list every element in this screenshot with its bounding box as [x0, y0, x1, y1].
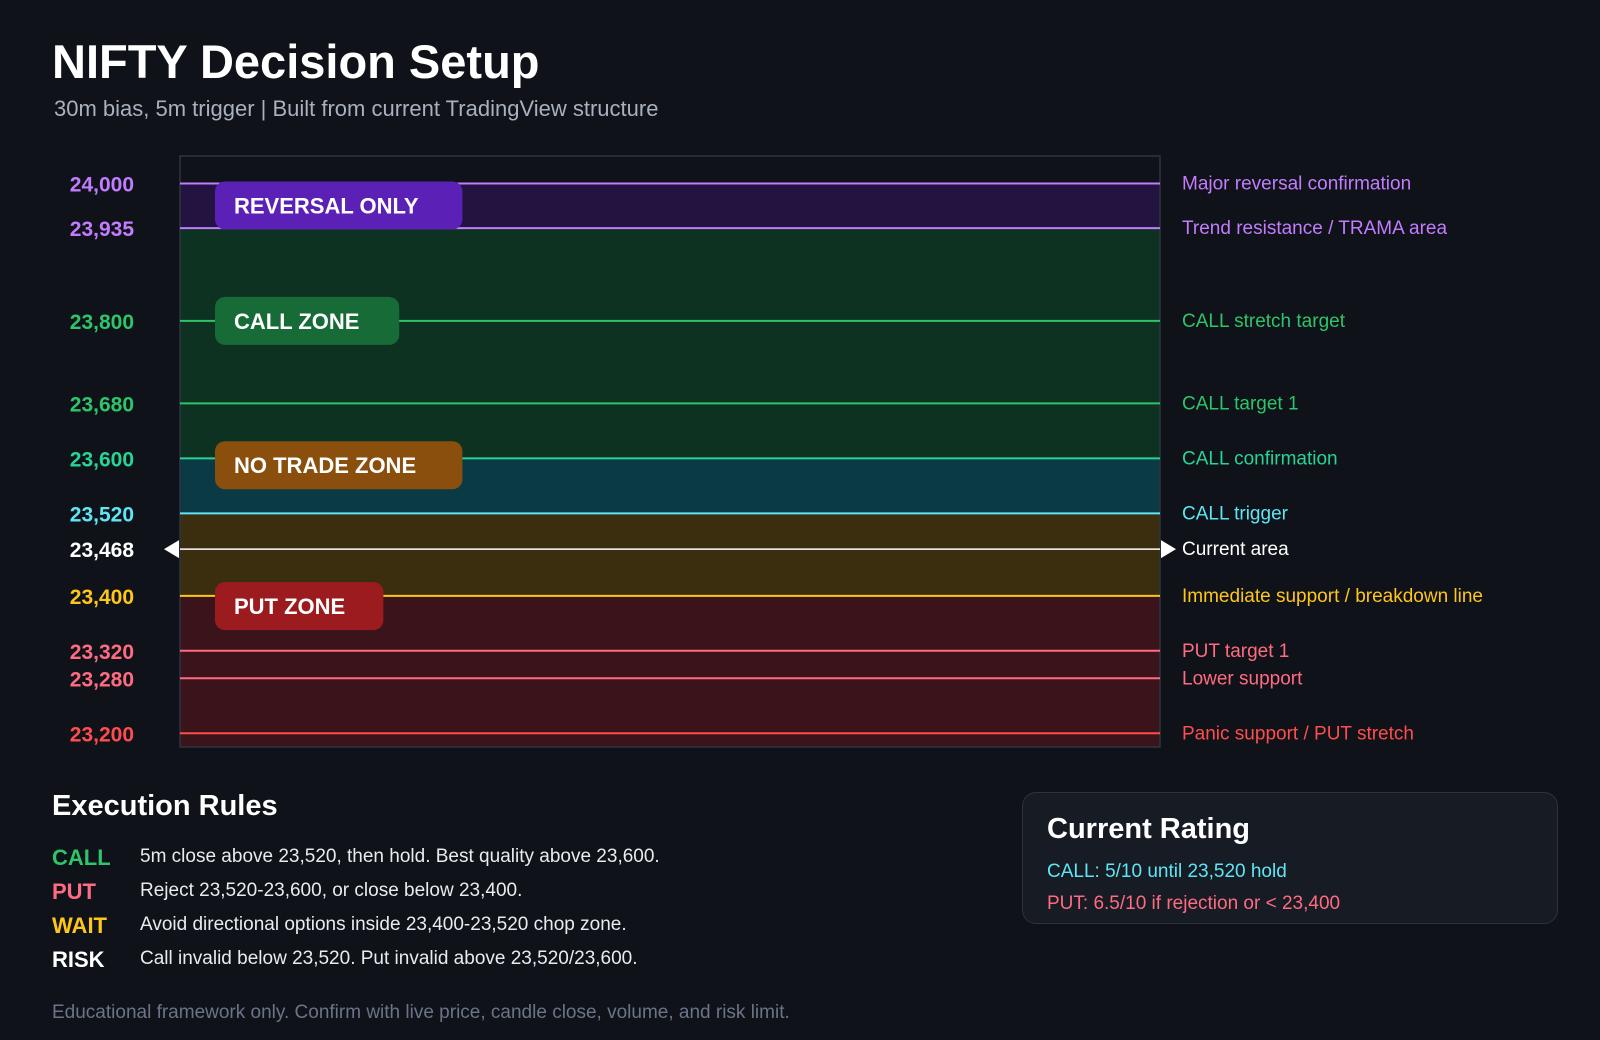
level-note-1: Trend resistance / TRAMA area	[1182, 218, 1447, 239]
rating-call: CALL: 5/10 until 23,520 hold	[1047, 861, 1287, 882]
level-value-2: 23,800	[70, 311, 134, 334]
level-note-5: CALL trigger	[1182, 503, 1289, 524]
zone-label-0: REVERSAL ONLY	[234, 193, 419, 218]
rule-text-call: 5m close above 23,520, then hold. Best q…	[140, 846, 660, 867]
level-value-7: 23,400	[70, 586, 134, 609]
rating-title: Current Rating	[1047, 813, 1250, 845]
level-note-6: Current area	[1182, 539, 1289, 560]
level-value-6: 23,468	[70, 539, 135, 562]
current-marker-left	[164, 540, 179, 559]
rule-text-put: Reject 23,520-23,600, or close below 23,…	[140, 880, 523, 901]
zone-label-3: PUT ZONE	[234, 594, 345, 619]
level-value-0: 24,000	[70, 173, 134, 196]
level-value-8: 23,320	[70, 641, 134, 664]
rating-put: PUT: 6.5/10 if rejection or < 23,400	[1047, 893, 1341, 914]
level-note-0: Major reversal confirmation	[1182, 173, 1411, 194]
level-note-10: Panic support / PUT stretch	[1182, 723, 1414, 744]
level-note-9: Lower support	[1182, 668, 1303, 689]
rule-key-put: PUT	[52, 879, 96, 904]
level-note-2: CALL stretch target	[1182, 311, 1346, 332]
level-value-10: 23,200	[70, 723, 134, 746]
level-value-5: 23,520	[70, 503, 134, 526]
level-note-4: CALL confirmation	[1182, 448, 1338, 469]
level-value-4: 23,600	[70, 448, 134, 471]
execution-rules-title: Execution Rules	[52, 790, 278, 822]
zone-label-2: NO TRADE ZONE	[234, 453, 416, 478]
zone-label-1: CALL ZONE	[234, 309, 359, 334]
rule-key-call: CALL	[52, 845, 111, 870]
level-value-3: 23,680	[70, 393, 134, 416]
level-note-7: Immediate support / breakdown line	[1182, 586, 1483, 607]
rule-text-risk: Call invalid below 23,520. Put invalid a…	[140, 948, 638, 969]
level-note-3: CALL target 1	[1182, 393, 1299, 414]
rule-key-risk: RISK	[52, 947, 105, 972]
rule-text-wait: Avoid directional options inside 23,400-…	[140, 914, 627, 935]
disclaimer-footer: Educational framework only. Confirm with…	[52, 1002, 790, 1023]
current-marker-right	[1161, 540, 1176, 559]
current-rating-card: Current Rating CALL: 5/10 until 23,520 h…	[1022, 792, 1558, 924]
level-value-9: 23,280	[70, 668, 134, 691]
level-note-8: PUT target 1	[1182, 641, 1289, 662]
levels-chart: 24,000 Major reversal confirmation 23,935 T…	[70, 155, 1483, 748]
rule-key-wait: WAIT	[52, 913, 107, 938]
level-value-1: 23,935	[70, 218, 135, 241]
